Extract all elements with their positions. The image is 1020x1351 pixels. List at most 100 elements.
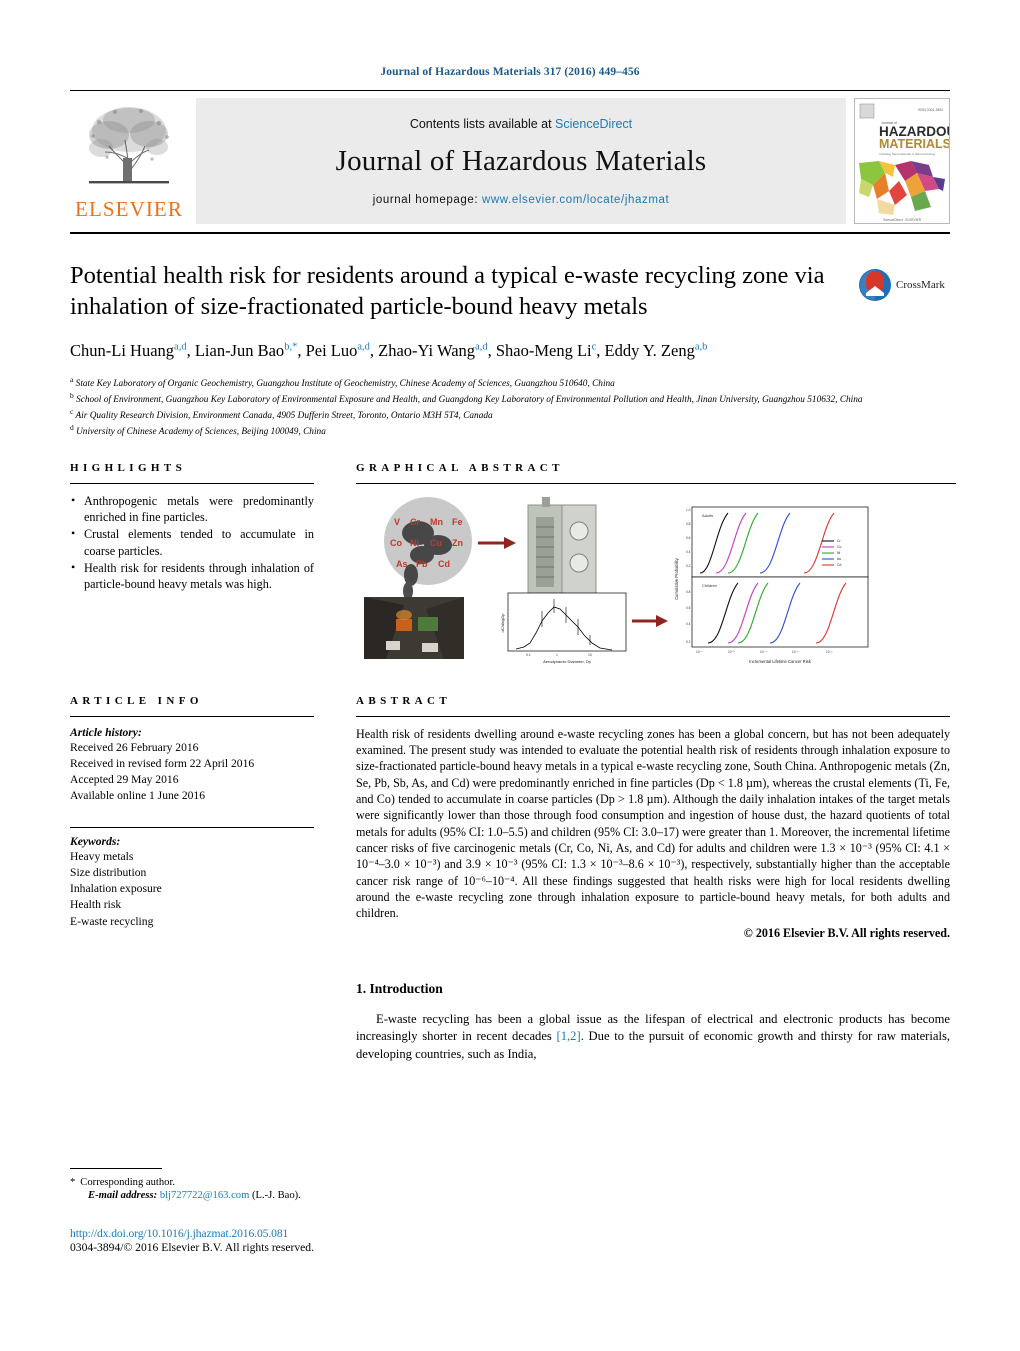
author-item: Zhao-Yi Wanga,d,	[378, 340, 496, 360]
crossmark-icon	[859, 269, 891, 301]
history-item: Accepted 29 May 2016	[70, 773, 179, 787]
panel-label-adults: Adults	[702, 513, 713, 518]
issn-copyright-line: 0304-3894/© 2016 Elsevier B.V. All right…	[70, 1241, 314, 1254]
graphical-abstract-column: GRAPHICAL ABSTRACT V Cr Mn Fe Co Ni Cu Z…	[356, 462, 956, 665]
affiliation-item: d University of Chinese Academy of Scien…	[70, 423, 950, 439]
panel-label-children: Children	[702, 583, 717, 588]
introduction-row: 1. Introduction E-waste recycling has be…	[70, 981, 950, 1065]
affiliation-marker: d	[70, 423, 74, 433]
element-label: Cd	[438, 559, 450, 569]
email-owner: (L.-J. Bao).	[251, 1190, 301, 1202]
doi-link[interactable]: http://dx.doi.org/10.1016/j.jhazmat.2016…	[70, 1227, 490, 1240]
author-affil-marker: a,b	[694, 341, 708, 353]
article-info-column: ARTICLE INFO Article history: Received 2…	[70, 695, 314, 941]
keyword-item: Size distribution	[70, 865, 147, 879]
page-title: Potential health risk for residents arou…	[70, 262, 825, 321]
highlights-list: Anthropogenic metals were predominantly …	[70, 492, 314, 593]
introduction-heading: 1. Introduction	[356, 980, 443, 996]
svg-text:0.1: 0.1	[526, 653, 531, 657]
affiliation-item: a State Key Laboratory of Organic Geoche…	[70, 375, 950, 391]
author-affil-marker: a,d	[174, 341, 187, 353]
abstract-column: ABSTRACT Health risk of residents dwelli…	[356, 695, 950, 941]
author-name: Shao-Meng Li	[495, 340, 592, 360]
highlights-rule	[70, 482, 314, 484]
elsevier-tree-icon	[89, 107, 169, 184]
legend-item: Co	[837, 545, 841, 549]
contents-prefix: Contents lists available at	[409, 116, 556, 131]
author-affil-marker: b,*	[284, 341, 298, 353]
history-item: Available online 1 June 2016	[70, 789, 206, 803]
graphical-abstract-heading: GRAPHICAL ABSTRACT	[356, 461, 564, 474]
running-head: Journal of Hazardous Materials 317 (2016…	[380, 66, 640, 78]
svg-text:10⁻⁵: 10⁻⁵	[728, 650, 735, 654]
svg-text:0.8: 0.8	[686, 522, 691, 526]
article-page: Journal of Hazardous Materials 317 (2016…	[0, 0, 1020, 1351]
title-block: Potential health risk for residents arou…	[70, 260, 950, 440]
journal-homepage-line: journal homepage: www.elsevier.com/locat…	[373, 194, 670, 206]
intro-left-column	[70, 981, 356, 1065]
svg-text:ScienceDirect · ELSEVIER: ScienceDirect · ELSEVIER	[883, 218, 922, 222]
svg-text:10: 10	[588, 653, 592, 657]
chart2-xlabel: Incremental Lifetime Cancer Risk	[749, 659, 812, 664]
svg-text:0.4: 0.4	[686, 622, 691, 626]
crossmark-badge[interactable]: CrossMark	[858, 262, 950, 308]
author-name: Eddy Y. Zeng	[604, 340, 695, 360]
affiliation-text: State Key Laboratory of Organic Geochemi…	[75, 378, 615, 389]
homepage-prefix: journal homepage:	[372, 193, 482, 206]
affiliation-text: School of Environment, Guangzhou Key Lab…	[76, 395, 863, 406]
abstract-rule	[356, 715, 950, 717]
affiliation-list: a State Key Laboratory of Organic Geoche…	[70, 375, 950, 440]
elsevier-wordmark: ELSEVIER	[75, 197, 183, 221]
svg-text:0.2: 0.2	[686, 640, 691, 644]
article-info-heading: ARTICLE INFO	[70, 694, 203, 707]
element-label: Cu	[430, 538, 442, 548]
element-label: Co	[390, 538, 402, 548]
svg-text:ISSN 0304-3894: ISSN 0304-3894	[918, 108, 943, 112]
sciencedirect-link[interactable]: ScienceDirect	[555, 117, 632, 131]
journal-cover-art: ISSN 0304-3894 Journal of HAZARDOUS MATE…	[855, 99, 949, 223]
crossmark-label: CrossMark	[896, 279, 945, 291]
svg-text:0.4: 0.4	[686, 550, 691, 554]
svg-text:MATERIALS: MATERIALS	[879, 137, 949, 151]
svg-text:0.2: 0.2	[686, 564, 691, 568]
introduction-paragraph: E-waste recycling has been a global issu…	[356, 1011, 950, 1065]
affiliation-item: b School of Environment, Guangzhou Key L…	[70, 391, 950, 407]
legend-item: Ni	[837, 551, 840, 555]
list-item: Health risk for residents through inhala…	[70, 559, 314, 593]
svg-text:0.8: 0.8	[686, 590, 691, 594]
svg-text:10⁻⁴: 10⁻⁴	[760, 650, 767, 654]
asterisk-icon: *	[70, 1177, 76, 1188]
element-label: Ni	[410, 538, 419, 548]
corresponding-author-line: * Corresponding author.	[70, 1175, 370, 1190]
abstract-body: Health risk of residents dwelling around…	[356, 726, 950, 921]
element-label: As	[396, 559, 408, 569]
graphical-abstract-figure: V Cr Mn Fe Co Ni Cu Zn As Pb Cd 0.1 1 10…	[356, 492, 956, 665]
chart1-ylabel: dC/dlogDp	[500, 613, 505, 633]
svg-text:1.0: 1.0	[686, 508, 691, 512]
author-list: Chun-Li Huanga,d, Lian-Jun Baob,*, Pei L…	[70, 339, 870, 363]
highlights-column: HIGHLIGHTS Anthropogenic metals were pre…	[70, 462, 314, 665]
journal-title: Journal of Hazardous Materials	[335, 144, 707, 177]
history-item: Received 26 February 2016	[70, 740, 199, 754]
email-link[interactable]: blj727722@163.com	[160, 1190, 250, 1201]
affiliation-text: Air Quality Research Division, Environme…	[75, 411, 493, 422]
author-name: Pei Luo	[305, 340, 358, 360]
citation-link[interactable]: [1,2]	[557, 1029, 581, 1043]
keywords-label: Keywords:	[70, 834, 121, 848]
legend-item: As	[837, 557, 841, 561]
journal-masthead: ELSEVIER Contents lists available at Sci…	[70, 90, 950, 234]
element-label: Fe	[452, 517, 463, 527]
highlights-graphical-row: HIGHLIGHTS Anthropogenic metals were pre…	[70, 462, 956, 665]
journal-homepage-link[interactable]: www.elsevier.com/locate/jhazmat	[482, 194, 669, 206]
author-affil-marker: a,d	[475, 341, 488, 353]
element-label: V	[394, 517, 400, 527]
page-footer: http://dx.doi.org/10.1016/j.jhazmat.2016…	[70, 1227, 490, 1254]
history-item: Received in revised form 22 April 2016	[70, 756, 255, 770]
list-item: Crustal elements tended to accumulate in…	[70, 525, 314, 559]
svg-text:10⁻²: 10⁻²	[826, 650, 832, 654]
affiliation-item: c Air Quality Research Division, Environ…	[70, 407, 950, 423]
corresponding-author-text: Corresponding author.	[80, 1177, 176, 1188]
corresponding-author-footnote: * Corresponding author. E-mail address: b…	[70, 1168, 370, 1201]
column-gap	[314, 462, 356, 665]
